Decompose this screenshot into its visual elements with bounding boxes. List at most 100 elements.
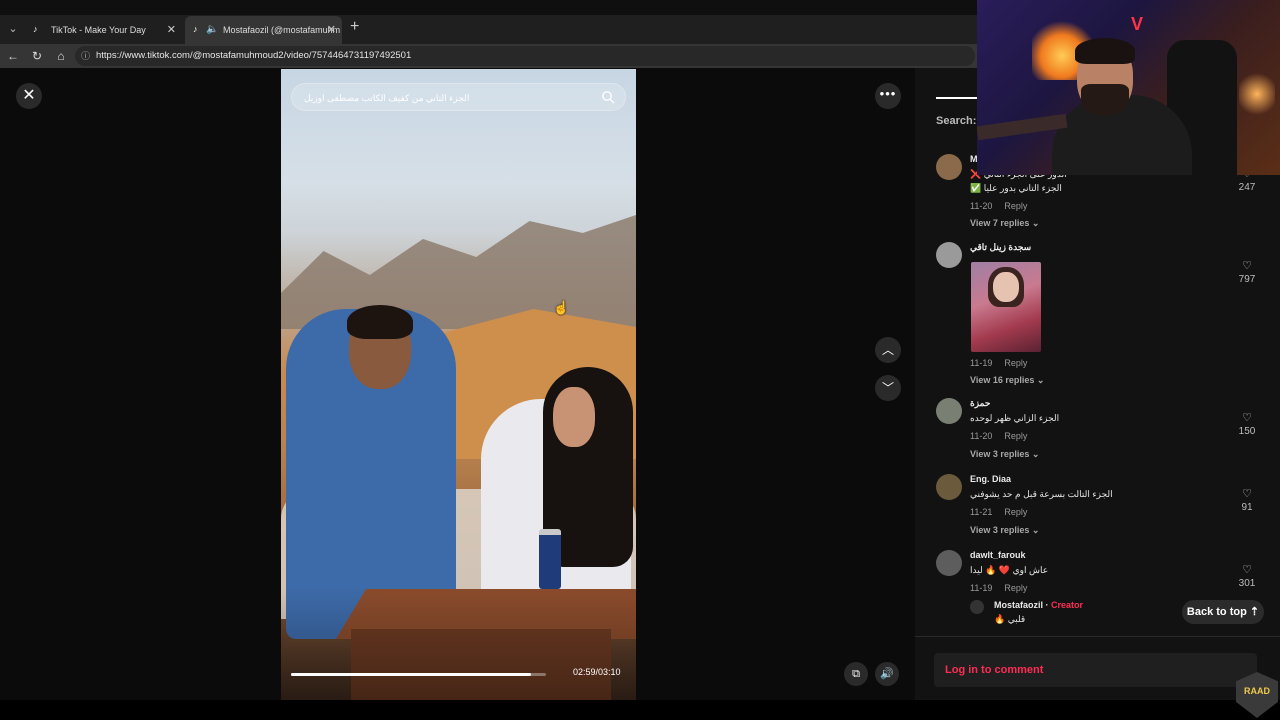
video-progress-bar[interactable] (291, 673, 546, 676)
related-search-label[interactable]: Search: (936, 115, 976, 127)
comment-meta: 11-21 Reply (970, 507, 1027, 517)
view-replies-button[interactable]: View 3 replies ⌄ (970, 525, 1039, 536)
active-tab-underline (936, 97, 978, 99)
video-bottom-shade (281, 589, 636, 701)
comment-date: 11-20 (970, 431, 993, 441)
previous-video-button[interactable]: ︿ (875, 337, 901, 363)
video-search-text: الجزء التاني من كفيف الكاتب مصطفى اوزيل (304, 93, 470, 103)
view-replies-label: View 7 replies (970, 218, 1030, 228)
address-bar[interactable]: ⓘ https://www.tiktok.com/@mostafamuhmoud… (75, 46, 975, 66)
heart-icon: ♡ (1242, 488, 1252, 500)
heart-icon: ♡ (1242, 412, 1252, 424)
like-button[interactable]: ♡ 797 (1233, 260, 1261, 285)
view-replies-label: View 16 replies (970, 375, 1035, 385)
badge-text: RAAD (1244, 686, 1270, 696)
avatar[interactable] (936, 242, 962, 268)
reply-button[interactable]: Reply (1004, 201, 1027, 211)
sticker-face (993, 272, 1019, 302)
close-tab-icon[interactable]: ✕ (327, 16, 336, 44)
browser-tab-mostafaozil[interactable]: ♪ 🔈 Mostafaozil (@mostafamuhm ✕ (185, 16, 342, 44)
browser-tab-tiktok[interactable]: ♪ TikTok - Make Your Day ✕ (25, 16, 182, 44)
url-text[interactable]: https://www.tiktok.com/@mostafamuhmoud2/… (96, 46, 411, 66)
back-icon[interactable]: ← (4, 47, 22, 65)
reply-button[interactable]: Reply (1004, 358, 1027, 368)
mouse-pointer-icon: ☝ (553, 300, 570, 315)
screen: ⌄ ♪ TikTok - Make Your Day ✕ ♪ 🔈 Mostafa… (0, 0, 1280, 720)
like-count: 301 (1238, 578, 1256, 589)
view-replies-button[interactable]: View 7 replies ⌄ (970, 218, 1039, 229)
panel-divider (915, 636, 1280, 637)
like-button[interactable]: ♡ 301 (1233, 564, 1261, 589)
reply-username[interactable]: Mostafaozil · Creator (994, 600, 1083, 610)
comment-meta: 11-20 Reply (970, 201, 1027, 211)
like-count: 247 (1238, 182, 1256, 193)
heart-icon: ♡ (1242, 260, 1252, 272)
close-tab-icon[interactable]: ✕ (167, 16, 176, 44)
comment-date: 11-19 (970, 358, 993, 368)
search-icon[interactable] (601, 90, 615, 104)
streamer-hair (1075, 38, 1135, 64)
volume-button[interactable]: 🔊 (875, 662, 899, 686)
video-time: 02:59/03:10 (573, 667, 621, 677)
more-options-button[interactable]: ••• (875, 83, 901, 109)
reply-button[interactable]: Reply (1004, 507, 1027, 517)
tab-title: TikTok - Make Your Day (51, 25, 146, 35)
back-to-top-label: Back to top (1186, 606, 1247, 618)
comment-date: 11-20 (970, 201, 993, 211)
video-frame-man-hair (347, 305, 413, 339)
comment-date: 11-21 (970, 507, 993, 517)
like-count: 150 (1238, 426, 1256, 437)
creator-tag: Creator (1051, 600, 1084, 610)
video-progress-fill (291, 673, 531, 676)
view-replies-label: View 3 replies (970, 525, 1030, 535)
like-button[interactable]: ♡ 150 (1233, 412, 1261, 437)
comment-username[interactable]: dawlt_farouk (970, 550, 1026, 560)
bottom-black-bar (0, 700, 1280, 720)
like-count: 797 (1238, 274, 1256, 285)
view-replies-button[interactable]: View 3 replies ⌄ (970, 449, 1039, 460)
comment-username[interactable]: حمزة (970, 398, 990, 409)
reply-button[interactable]: Reply (1004, 431, 1027, 441)
avatar[interactable] (970, 600, 984, 614)
comment-list: M ❌ الدور على الجزء التاني ✅ الجزء التان… (915, 150, 1280, 640)
comment-meta: 11-19 Reply (970, 358, 1027, 368)
comment-date: 11-19 (970, 583, 993, 593)
refresh-icon[interactable]: ↻ (28, 47, 46, 65)
avatar[interactable] (936, 550, 962, 576)
home-icon[interactable]: ⌂ (52, 47, 70, 65)
heart-icon: ♡ (1242, 564, 1252, 576)
comment-text: الجزء التالت بسرعة قبل م حد يشوفني (970, 489, 1113, 499)
avatar[interactable] (936, 154, 962, 180)
speaker-icon[interactable]: 🔈 (206, 16, 218, 44)
video-frame-can (539, 529, 561, 589)
view-replies-button[interactable]: View 16 replies ⌄ (970, 375, 1044, 386)
streamer-beard (1081, 84, 1129, 116)
reply-button[interactable]: Reply (1004, 583, 1027, 593)
site-info-icon[interactable]: ⓘ (81, 49, 90, 62)
comment-text: عاش اوي ❤️ 🔥 ليدا (970, 565, 1049, 575)
like-count: 91 (1241, 502, 1253, 513)
login-to-comment-link[interactable]: Log in to comment (945, 653, 1043, 687)
picture-in-picture-button[interactable]: ⧉ (844, 662, 868, 686)
new-tab-icon[interactable]: + (350, 18, 359, 36)
back-to-top-button[interactable]: Back to top ⇡ (1182, 600, 1264, 624)
comment-username[interactable]: سجدة زينل تاقي (970, 242, 1031, 253)
lamp-glow (1239, 70, 1275, 118)
view-replies-label: View 3 replies (970, 449, 1030, 459)
reply-username-text: Mostafaozil (994, 600, 1044, 610)
neon-logo-icon: V (1130, 14, 1143, 34)
video-player[interactable]: الجزء التاني من كفيف الكاتب مصطفى اوزيل … (281, 69, 636, 701)
avatar[interactable] (936, 398, 962, 424)
tab-list-dropdown-icon[interactable]: ⌄ (4, 20, 22, 38)
comment-text: ✅ الجزء التاني بدور عليا (970, 183, 1062, 193)
like-button[interactable]: ♡ 91 (1233, 488, 1261, 513)
next-video-button[interactable]: ﹀ (875, 375, 901, 401)
avatar[interactable] (936, 474, 962, 500)
close-video-button[interactable]: ✕ (16, 83, 42, 109)
tab-title: Mostafaozil (@mostafamuhm (223, 25, 341, 35)
reply-text: 🔥 قلبي (994, 614, 1026, 624)
video-search-bar[interactable]: الجزء التاني من كفيف الكاتب مصطفى اوزيل (291, 83, 626, 111)
comment-meta: 11-19 Reply (970, 583, 1027, 593)
comment-username[interactable]: Eng. Diaa (970, 474, 1011, 484)
comment-login-box[interactable]: Log in to comment (934, 653, 1257, 687)
